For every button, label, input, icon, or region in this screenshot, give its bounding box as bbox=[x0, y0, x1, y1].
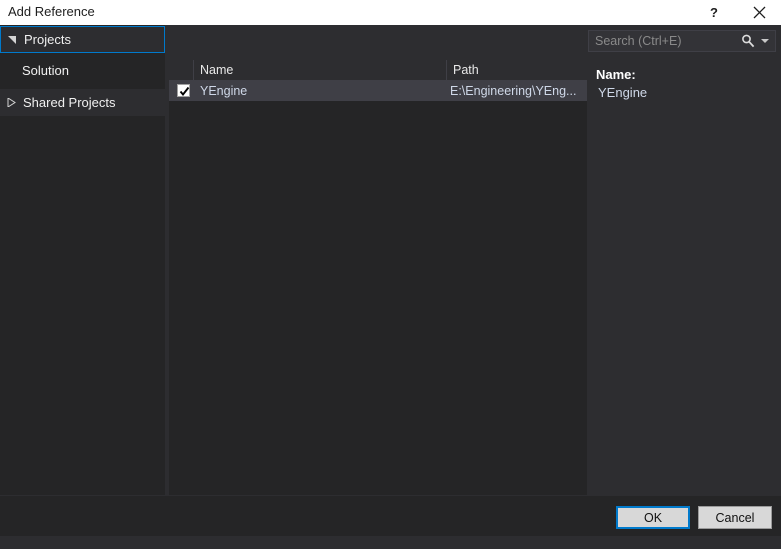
cancel-button[interactable]: Cancel bbox=[698, 506, 772, 529]
expanded-triangle-icon[interactable] bbox=[1, 35, 23, 44]
detail-name-value: YEngine bbox=[598, 85, 648, 100]
detail-panel: Name: YEngine bbox=[590, 60, 781, 495]
detail-name-label: Name: bbox=[596, 67, 636, 82]
sidebar-item-label: Shared Projects bbox=[23, 95, 116, 110]
list-rows: YEngine E:\Engineering\YEng... bbox=[169, 81, 587, 101]
sidebar-item-solution[interactable]: Solution bbox=[0, 57, 165, 84]
column-header-name[interactable]: Name bbox=[194, 60, 447, 80]
sidebar-item-label: Solution bbox=[22, 63, 69, 78]
close-button[interactable] bbox=[744, 0, 774, 25]
column-header-check[interactable] bbox=[169, 60, 194, 80]
table-row[interactable]: YEngine E:\Engineering\YEng... bbox=[169, 81, 587, 101]
add-reference-dialog: Add Reference ? Projects Solution Shared… bbox=[0, 0, 781, 549]
reference-list-panel: Name Path YEngine E:\Engineering\YEng... bbox=[169, 60, 587, 495]
question-mark-icon: ? bbox=[710, 5, 718, 20]
sidebar-item-label: Projects bbox=[24, 32, 71, 47]
collapsed-triangle-icon[interactable] bbox=[0, 98, 22, 107]
close-icon bbox=[753, 6, 765, 19]
title-bar: Add Reference ? bbox=[0, 0, 781, 25]
column-header-path[interactable]: Path bbox=[447, 60, 587, 80]
list-header-row: Name Path bbox=[169, 60, 587, 81]
row-checkbox[interactable] bbox=[177, 84, 190, 97]
dialog-footer-strip bbox=[0, 536, 781, 549]
cell-path: E:\Engineering\YEng... bbox=[450, 84, 577, 98]
category-tree-panel: Projects Solution Shared Projects bbox=[0, 25, 165, 495]
checkmark-icon bbox=[179, 86, 190, 97]
sidebar-item-projects[interactable]: Projects bbox=[0, 26, 165, 53]
help-button[interactable]: ? bbox=[699, 0, 729, 25]
search-input[interactable]: Search (Ctrl+E) bbox=[595, 33, 681, 49]
search-icon[interactable] bbox=[741, 34, 755, 48]
sidebar-item-shared-projects[interactable]: Shared Projects bbox=[0, 89, 165, 116]
cell-name: YEngine bbox=[200, 84, 248, 98]
search-box[interactable]: Search (Ctrl+E) bbox=[588, 30, 776, 52]
page-title: Add Reference bbox=[8, 4, 95, 19]
chevron-down-icon[interactable] bbox=[761, 39, 769, 43]
ok-button[interactable]: OK bbox=[616, 506, 690, 529]
